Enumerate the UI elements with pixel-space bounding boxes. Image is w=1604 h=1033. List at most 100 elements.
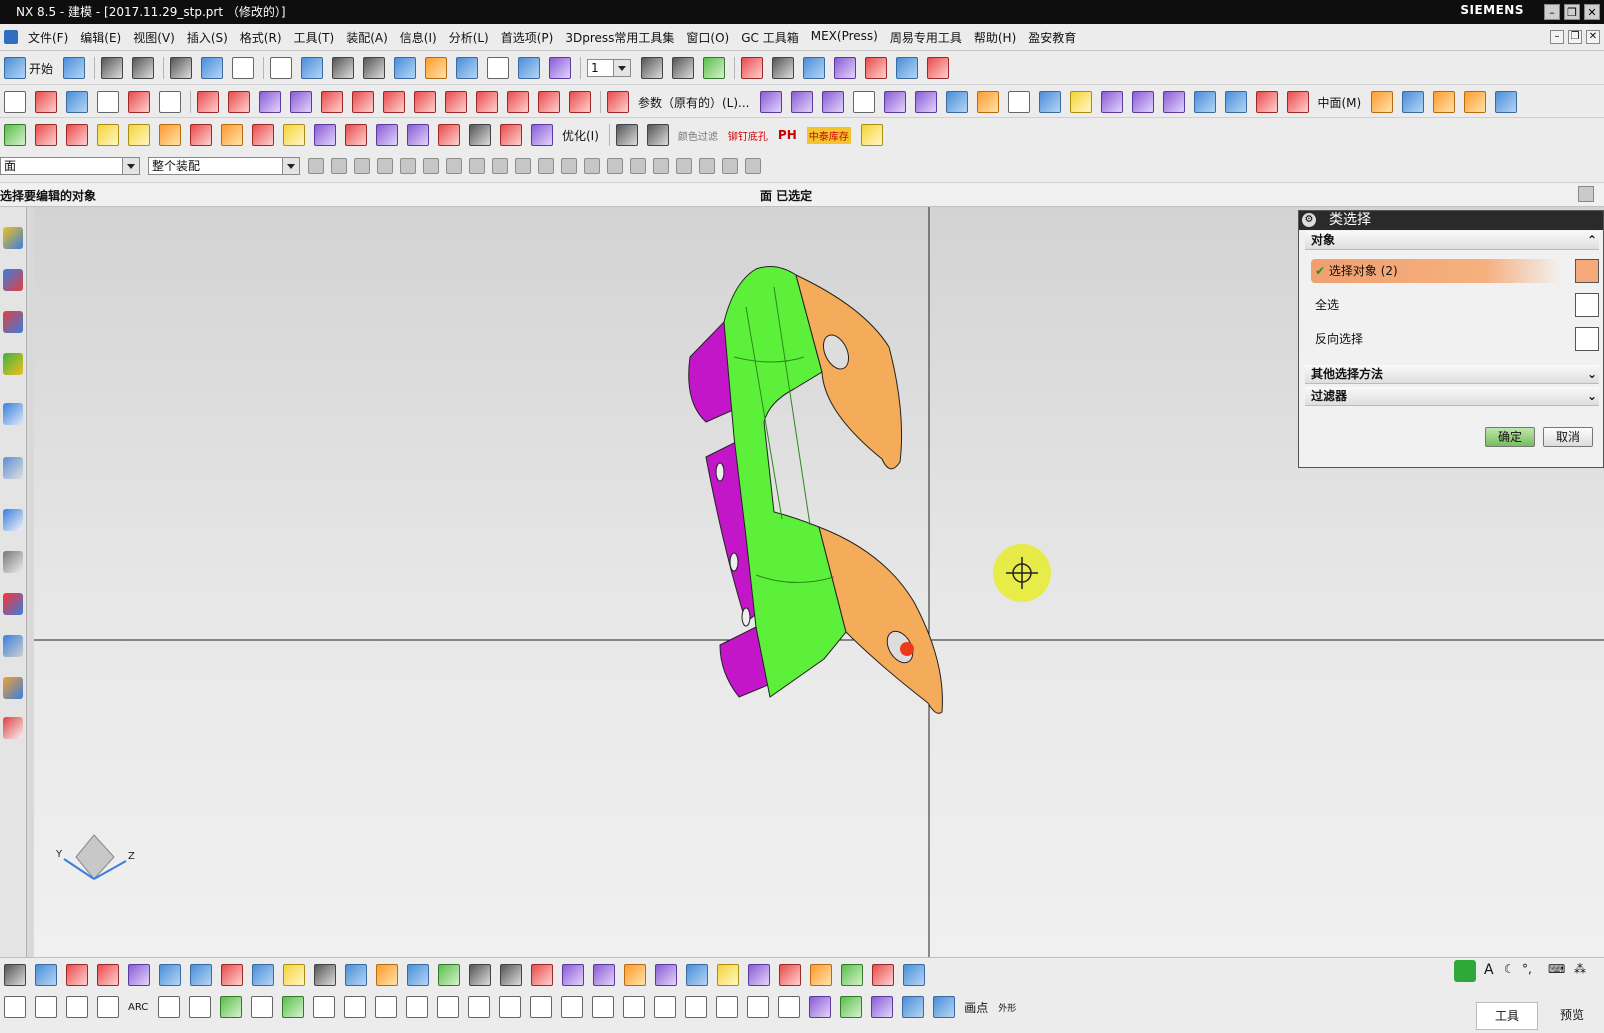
arrow-cross-icon[interactable] [623, 996, 646, 1018]
draw-point-button[interactable]: 画点 [964, 999, 988, 1016]
punch-icon[interactable] [1464, 91, 1487, 113]
replace-face-icon[interactable] [1255, 91, 1278, 113]
check-mark-icon[interactable] [344, 996, 367, 1018]
sphere-icon[interactable] [1069, 91, 1092, 113]
arc-icon[interactable] [128, 91, 150, 113]
history-icon[interactable] [3, 457, 23, 479]
move-to-layer-icon[interactable] [672, 57, 695, 79]
roles-icon[interactable] [3, 593, 23, 615]
chain-icon[interactable] [530, 996, 553, 1018]
green-plate-icon[interactable] [438, 964, 460, 986]
optimize-button[interactable]: 优化(I) [562, 127, 599, 144]
sew-icon[interactable] [790, 91, 813, 113]
other-methods-header[interactable]: 其他选择方法 ⌄ [1305, 365, 1599, 384]
chevron-down-icon[interactable]: ⌄ [1587, 387, 1597, 406]
snap-arc-center-icon[interactable] [607, 158, 623, 174]
revolve-icon[interactable] [228, 91, 250, 113]
save-icon[interactable] [63, 57, 86, 79]
line-icon[interactable] [189, 996, 212, 1018]
snap-existing-icon[interactable] [653, 158, 669, 174]
part-navigator-icon[interactable] [425, 57, 448, 79]
window-frame-icon[interactable] [487, 57, 510, 79]
assembly-icon[interactable] [159, 124, 181, 146]
mirror-icon[interactable] [531, 124, 553, 146]
chevron-down-icon[interactable] [282, 158, 299, 174]
menu-gc-toolbox[interactable]: GC 工具箱 [735, 29, 805, 46]
yellow-box-icon[interactable] [97, 124, 119, 146]
point-on-curve-icon[interactable] [865, 57, 888, 79]
rivet-hole-button[interactable]: 铆钉底孔 [728, 128, 768, 143]
puzzle-icon[interactable] [376, 964, 398, 986]
intersect-icon[interactable] [407, 124, 429, 146]
slab-1-icon[interactable] [748, 964, 770, 986]
offset-curve-icon[interactable] [259, 91, 281, 113]
snap-on-face-icon[interactable] [699, 158, 715, 174]
fold-icon[interactable] [624, 964, 646, 986]
shirt-icon[interactable] [646, 124, 669, 146]
command-finder-icon[interactable] [170, 57, 193, 79]
arc-tangent-icon[interactable] [437, 996, 460, 1018]
start-icon[interactable] [4, 57, 26, 79]
cavity-icon[interactable] [252, 124, 274, 146]
internet-explorer-icon[interactable] [3, 403, 23, 425]
minimize-button[interactable]: – [1544, 4, 1560, 20]
ime-logo-icon[interactable] [1454, 960, 1476, 982]
snap-view-icon[interactable] [549, 57, 572, 79]
split-icon[interactable] [314, 124, 336, 146]
stack-icon[interactable] [314, 964, 336, 986]
chamfer-curve-icon[interactable] [538, 91, 560, 113]
table-icon[interactable] [221, 964, 243, 986]
move-icon[interactable] [685, 996, 708, 1018]
axis-corner-icon[interactable] [778, 996, 801, 1018]
slab-2-icon[interactable] [779, 964, 801, 986]
general-selection-icon[interactable] [308, 158, 324, 174]
select-object-row[interactable]: ✔ 选择对象 (2) [1311, 259, 1561, 283]
mdi-minimize-icon[interactable]: – [1550, 30, 1564, 44]
datum-icon[interactable] [703, 57, 726, 79]
arc-button[interactable]: ARC [128, 1002, 148, 1013]
point-constructor-icon[interactable] [834, 57, 857, 79]
part-slot-2[interactable] [729, 552, 739, 572]
angle-icon[interactable] [313, 996, 336, 1018]
menu-format[interactable]: 格式(R) [234, 29, 288, 46]
arc-point-icon[interactable] [468, 996, 491, 1018]
close-button[interactable]: ✕ [1584, 4, 1600, 20]
snap-settings-icon[interactable] [745, 158, 761, 174]
flag-icon[interactable] [686, 964, 708, 986]
filter-icon[interactable] [400, 158, 416, 174]
menu-3dpress[interactable]: 3Dpress常用工具集 [559, 29, 680, 46]
extrude-icon[interactable] [197, 91, 219, 113]
surface-icon[interactable] [159, 964, 181, 986]
sketch-icon[interactable] [4, 91, 26, 113]
measure-angle-icon[interactable] [772, 57, 795, 79]
menu-analysis[interactable]: 分析(L) [443, 29, 495, 46]
red-box-icon[interactable] [66, 124, 88, 146]
device-icon[interactable] [531, 964, 553, 986]
unite-icon[interactable] [376, 124, 398, 146]
blank-2-icon[interactable] [1007, 91, 1030, 113]
arc-open-icon[interactable] [561, 996, 584, 1018]
rectangle-select-icon[interactable] [423, 158, 439, 174]
boat-icon[interactable] [252, 964, 274, 986]
subtract-icon[interactable] [345, 124, 367, 146]
marker-icon[interactable] [860, 124, 883, 146]
line-3-icon[interactable] [66, 964, 88, 986]
layout-icon[interactable] [301, 57, 324, 79]
select-all-icon[interactable] [1575, 293, 1599, 317]
select-all-row[interactable]: 全选 [1311, 293, 1561, 317]
helix-icon[interactable] [383, 91, 405, 113]
part-navigator-icon[interactable] [3, 311, 23, 333]
snap-on-curve-icon[interactable] [676, 158, 692, 174]
snap-intersection-icon[interactable] [584, 158, 600, 174]
axis-icon[interactable] [66, 91, 88, 113]
thicken-icon[interactable] [883, 91, 906, 113]
line-icon[interactable] [35, 91, 57, 113]
undo-icon[interactable] [101, 57, 124, 79]
group-object-header[interactable]: 对象 ⌃ [1305, 231, 1599, 250]
mdi-close-icon[interactable]: ✕ [1586, 30, 1600, 44]
menu-assembly[interactable]: 装配(A) [340, 29, 394, 46]
lock-icon[interactable] [128, 124, 150, 146]
wcs-icon[interactable] [518, 57, 541, 79]
mesh-surface-icon[interactable] [821, 91, 844, 113]
component-icon[interactable] [190, 124, 212, 146]
